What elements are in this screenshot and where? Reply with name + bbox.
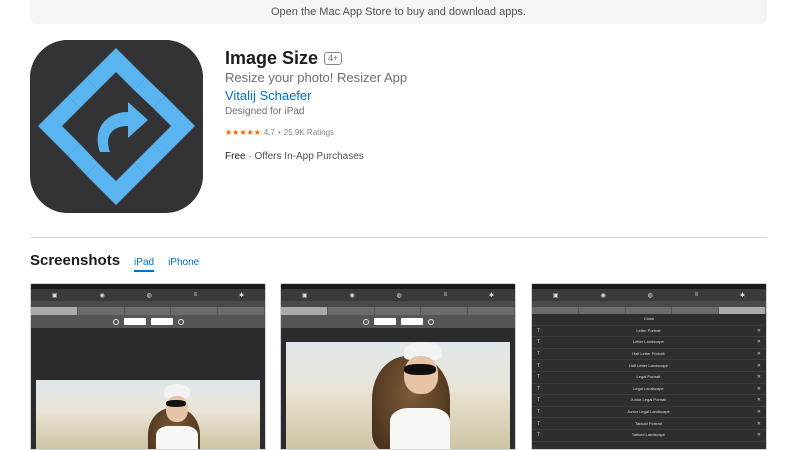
screenshot-toolbar: ▣ ◉ ◍ ≡ ✱ [281, 289, 515, 301]
screenshot-3[interactable]: ▣ ◉ ◍ ≡ ✱ Close T Letter Portrait ✕ T Lette… [531, 283, 767, 450]
list-item-label: Tabloid Portrait [635, 420, 662, 426]
close-icon: ✕ [756, 351, 761, 358]
preset-list: Close T Letter Portrait ✕ T Letter Landscap… [532, 314, 766, 449]
mac-app-store-banner[interactable]: Open the Mac App Store to buy and downlo… [30, 0, 767, 24]
list-item: T Tabloid Portrait ✕ [532, 418, 766, 430]
rotate-left-icon [112, 318, 119, 325]
gear-icon: ✱ [739, 292, 746, 299]
price-row: Free · Offers In-App Purchases [225, 151, 364, 162]
list-item: T Letter Portrait ✕ [532, 326, 766, 338]
camera-icon: ◉ [600, 292, 606, 299]
sliders-icon: ≡ [443, 292, 448, 298]
app-title-row: Image Size 4+ [225, 48, 343, 69]
list-header: Close [532, 314, 766, 326]
rating-row: ★★★★★ 4.7 • 25.9K Ratings [225, 128, 334, 137]
gallery-icon: ▣ [552, 292, 559, 299]
camera-icon: ◉ [99, 292, 105, 299]
list-item-label: Half Letter Landscape [628, 362, 668, 368]
screenshot-toolbar: ▣ ◉ ◍ ≡ ✱ [532, 289, 766, 301]
segmented-control [281, 307, 515, 315]
section-divider [30, 237, 767, 238]
size-controls [31, 315, 265, 328]
close-icon: ✕ [756, 420, 761, 427]
photo-canvas [31, 328, 265, 449]
screenshot-toolbar: ▣ ◉ ◍ ≡ ✱ [31, 289, 265, 301]
star-rating-icon: ★★★★★ [225, 128, 261, 137]
close-icon: ✕ [756, 362, 761, 369]
gallery-icon: ▣ [51, 292, 58, 299]
list-item: T Half Letter Portrait ✕ [532, 349, 766, 361]
rotate-right-icon [427, 318, 434, 325]
sliders-icon: ≡ [694, 292, 699, 298]
close-icon: ✕ [756, 339, 761, 346]
palette-icon: ◍ [396, 292, 402, 299]
photo-canvas [281, 328, 515, 449]
screenshots-header: Screenshots iPad iPhone [30, 252, 199, 272]
gallery-icon: ▣ [301, 292, 308, 299]
ratings-count: 25.9K Ratings [283, 128, 335, 137]
close-icon: ✕ [756, 385, 761, 392]
close-icon: ✕ [756, 327, 761, 334]
height-field [150, 318, 173, 325]
app-icon [30, 40, 203, 213]
tab-iphone[interactable]: iPhone [168, 257, 199, 268]
photo [36, 380, 260, 449]
photo [286, 342, 510, 449]
age-rating-badge: 4+ [324, 52, 343, 65]
screenshot-1[interactable]: ▣ ◉ ◍ ≡ ✱ [30, 283, 266, 450]
camera-icon: ◉ [349, 292, 355, 299]
price-label: Free [225, 151, 246, 162]
list-item: T Junior Legal Landscape ✕ [532, 407, 766, 419]
close-icon: ✕ [756, 432, 761, 439]
close-icon: ✕ [756, 409, 761, 416]
list-header-label: Close [643, 316, 655, 322]
screenshot-2[interactable]: ▣ ◉ ◍ ≡ ✱ [280, 283, 516, 450]
in-app-purchases-label: Offers In-App Purchases [254, 151, 364, 162]
rating-value: 4.7 [263, 128, 275, 137]
list-item-label: Letter Landscape [632, 339, 664, 345]
gear-icon: ✱ [238, 292, 245, 299]
rotate-left-icon [362, 318, 369, 325]
rotate-right-icon [177, 318, 184, 325]
list-item: T Junior Legal Portrait ✕ [532, 395, 766, 407]
app-subtitle: Resize your photo! Resizer App [225, 70, 408, 85]
price-separator: · [248, 151, 252, 162]
gear-icon: ✱ [488, 292, 495, 299]
screenshots-title: Screenshots [30, 252, 121, 269]
resize-arrow-icon [30, 40, 203, 213]
list-item: T Legal Landscape ✕ [532, 384, 766, 396]
size-controls [281, 315, 515, 328]
designed-for-label: Designed for iPad [225, 106, 305, 117]
tab-ipad[interactable]: iPad [134, 257, 155, 272]
app-title: Image Size [225, 48, 319, 68]
rating-separator: • [277, 128, 281, 137]
list-item-label: Junior Legal Landscape [627, 409, 670, 415]
list-item: T Tabloid Landscape ✕ [532, 430, 766, 442]
sliders-icon: ≡ [193, 292, 198, 298]
list-item: T Letter Landscape ✕ [532, 337, 766, 349]
list-item-label: Junior Legal Portrait [630, 397, 667, 403]
list-item-label: Tabloid Landscape [631, 432, 666, 438]
list-item-label: Legal Portrait [636, 374, 661, 380]
width-field [123, 318, 146, 325]
developer-link[interactable]: Vitalij Schaefer [225, 88, 311, 103]
height-field [400, 318, 423, 325]
list-item-label: Letter Portrait [636, 327, 661, 333]
list-item: T Half Letter Landscape ✕ [532, 360, 766, 372]
list-item-label: Legal Landscape [633, 385, 664, 391]
width-field [373, 318, 396, 325]
close-icon: ✕ [756, 374, 761, 381]
close-icon: ✕ [756, 397, 761, 404]
segmented-control [31, 307, 265, 315]
list-item-label: Half Letter Portrait [632, 351, 665, 357]
palette-icon: ◍ [647, 292, 653, 299]
palette-icon: ◍ [146, 292, 152, 299]
list-item: T Legal Portrait ✕ [532, 372, 766, 384]
